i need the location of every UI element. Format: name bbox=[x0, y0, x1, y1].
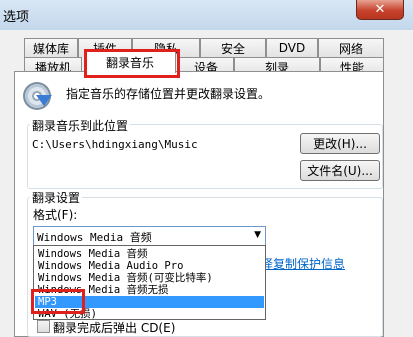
copy-protection-link[interactable]: 译复制保护信息 bbox=[261, 255, 345, 272]
format-value: Windows Media 音频 bbox=[37, 231, 152, 244]
window-title: 选项 bbox=[3, 10, 30, 25]
intro-text: 指定音乐的存储位置并更改翻录设置。 bbox=[66, 87, 271, 101]
close-button[interactable]: ✕ bbox=[356, 0, 404, 20]
tab-security[interactable]: 安全 bbox=[200, 38, 266, 57]
tab-network[interactable]: 网络 bbox=[318, 38, 384, 57]
rip-location-legend: 翻录音乐到此位置 bbox=[30, 117, 131, 134]
format-option[interactable]: Windows Media 音频(可变比特率) bbox=[35, 272, 264, 284]
format-select[interactable]: Windows Media 音频 ▼ bbox=[33, 226, 266, 246]
eject-cd-label: 翻录完成后弹出 CD(E) bbox=[53, 321, 176, 335]
chevron-down-icon: ▼ bbox=[254, 230, 261, 240]
format-option[interactable]: WAV (无损) bbox=[35, 308, 264, 320]
tab-rip-music[interactable]: 翻录音乐 bbox=[84, 51, 176, 73]
rip-path: C:\Users\hdingxiang\Music bbox=[32, 138, 198, 151]
arrow-down-icon bbox=[36, 95, 52, 106]
format-option-selected[interactable]: MP3 bbox=[35, 296, 264, 308]
format-dropdown-list: Windows Media 音频 Windows Media Audio Pro… bbox=[33, 245, 266, 320]
title-bar: 选项 ✕ bbox=[0, 0, 413, 30]
format-option[interactable]: Windows Media 音频 bbox=[35, 248, 264, 260]
cd-rip-icon bbox=[23, 82, 52, 110]
change-location-button[interactable]: 更改(H)... bbox=[300, 133, 380, 154]
file-name-button[interactable]: 文件名(U)... bbox=[300, 160, 380, 181]
tab-library[interactable]: 媒体库 bbox=[24, 38, 78, 57]
format-label: 格式(F): bbox=[33, 208, 78, 222]
format-option[interactable]: Windows Media Audio Pro bbox=[35, 260, 264, 272]
rip-settings-legend: 翻录设置 bbox=[30, 189, 83, 206]
format-option[interactable]: Windows Media 音频无损 bbox=[35, 284, 264, 296]
eject-cd-checkbox[interactable] bbox=[37, 320, 50, 333]
close-icon: ✕ bbox=[374, 2, 386, 17]
tab-dvd[interactable]: DVD bbox=[266, 38, 318, 57]
